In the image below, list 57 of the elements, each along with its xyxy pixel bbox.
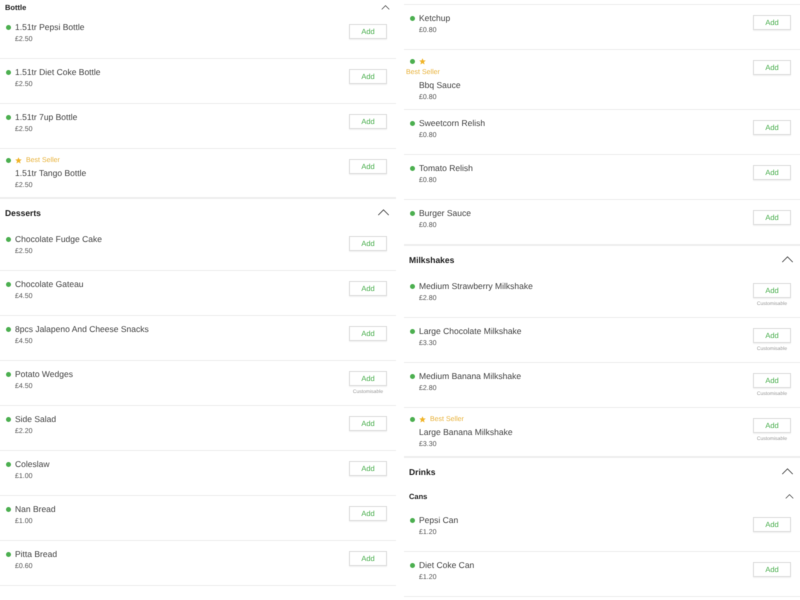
item-name: Sweetcorn Relish [419, 118, 486, 128]
item-name: Pitta Bread [15, 549, 58, 559]
chevron-up-icon[interactable] [785, 494, 794, 498]
item-name: 1.51tr Pepsi Bottle [15, 22, 84, 32]
item-name: Chocolate Fudge Cake [15, 234, 102, 244]
status-dot [6, 24, 11, 30]
star-icon [15, 157, 22, 164]
item-name: Large Chocolate Milkshake [419, 326, 522, 336]
chevron-up-icon[interactable] [781, 468, 794, 475]
status-dot [6, 114, 11, 120]
star-icon [419, 416, 426, 423]
item-name: Large Banana Milkshake [419, 427, 513, 437]
status-dot [6, 282, 11, 286]
status-dot [410, 374, 415, 378]
section-heading: Desserts [5, 208, 41, 218]
item-name: 1.51tr 7up Bottle [15, 112, 78, 122]
status-dot [6, 506, 11, 512]
status-dot [6, 462, 11, 466]
status-dot [410, 284, 415, 288]
chevron-up-icon[interactable] [381, 4, 390, 10]
status-dot [6, 236, 11, 242]
status-dot [410, 120, 415, 126]
status-dot [6, 70, 11, 74]
item-name: Burger Sauce [419, 208, 471, 218]
status-dot [410, 328, 415, 334]
item-name: Medium Banana Milkshake [419, 371, 522, 381]
status-dot [6, 158, 11, 163]
item-name: Nan Bread [15, 504, 56, 514]
item-name: Ketchup [419, 13, 450, 23]
status-dot [410, 59, 415, 64]
item-name: Side Salad [15, 414, 56, 424]
status-dot [6, 372, 11, 376]
star-icon [419, 58, 426, 65]
item-name: Potato Wedges [15, 369, 73, 379]
chevron-up-icon[interactable] [781, 256, 794, 263]
item-name: Coleslaw [15, 459, 50, 469]
item-name: 1.51tr Tango Bottle [15, 168, 86, 178]
status-dot [410, 518, 415, 522]
status-dot [6, 326, 11, 332]
status-dot [410, 562, 415, 568]
item-name: Medium Strawberry Milkshake [419, 281, 533, 291]
status-dot [410, 417, 415, 422]
item-name: Pepsi Can [419, 515, 458, 525]
status-dot [410, 166, 415, 170]
chevron-up-icon[interactable] [377, 209, 390, 216]
item-name: Chocolate Gateau [15, 279, 84, 289]
section-heading: Drinks [409, 466, 436, 476]
item-name: 8pcs Jalapeno And Cheese Snacks [15, 324, 149, 334]
item-name: Tomato Relish [419, 163, 473, 173]
status-dot [6, 416, 11, 422]
status-dot [410, 16, 415, 20]
status-dot [6, 552, 11, 556]
section-heading: Milkshakes [409, 254, 454, 264]
item-name: 1.51tr Diet Coke Bottle [15, 67, 101, 77]
status-dot [410, 210, 415, 216]
item-name: Diet Coke Can [419, 560, 474, 570]
item-name: Bbq Sauce [419, 80, 461, 90]
